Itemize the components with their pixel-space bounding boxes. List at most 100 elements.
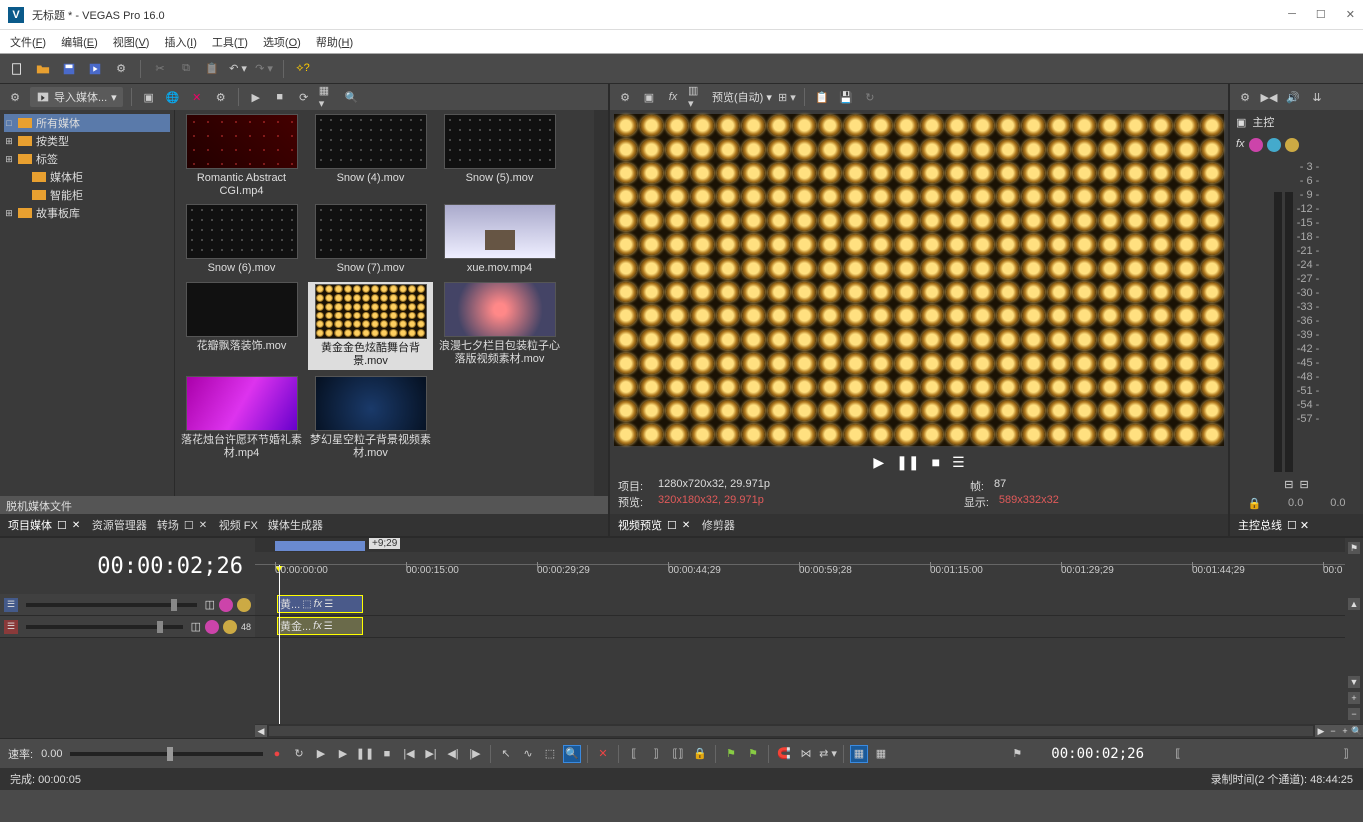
video-clip[interactable]: 黄... ⬚ fx ☰ [277, 595, 363, 613]
track-content[interactable]: 黄... ⬚ fx ☰ 黄金... fx ☰ [255, 594, 1345, 724]
clip-menu-icon[interactable]: ☰ [324, 599, 333, 610]
prev-track-icon[interactable]: ▶◀ [1260, 88, 1278, 106]
menu-o[interactable]: 选项(O) [263, 34, 301, 50]
track-fx-3[interactable] [205, 620, 219, 634]
capture-icon[interactable]: ▣ [140, 88, 158, 106]
trim3-button[interactable]: ⟦⟧ [669, 745, 687, 763]
video-fx-icon[interactable]: fx [664, 88, 682, 106]
get-media-icon[interactable]: 🌐 [164, 88, 182, 106]
menu-e[interactable]: 编辑(E) [61, 34, 98, 50]
delete-button[interactable]: ✕ [594, 745, 612, 763]
media-item[interactable]: Snow (7).mov [308, 204, 433, 275]
time-ruler[interactable]: 00:00:00:0000:00:15:0000:00:29;2900:00:4… [255, 564, 1345, 594]
record-button[interactable]: ● [268, 745, 286, 763]
properties-icon[interactable]: ⚙ [112, 60, 130, 78]
stop-media-icon[interactable]: ■ [271, 88, 289, 106]
region-button[interactable]: ⚑ [744, 745, 762, 763]
hscroll-left[interactable]: ◀ [255, 725, 267, 737]
tool2-button[interactable]: ▦ [872, 745, 890, 763]
autoripple-button[interactable]: ⇄ ▾ [819, 745, 837, 763]
loop-icon[interactable]: ↻ [861, 88, 879, 106]
hscrollbar[interactable] [269, 726, 1313, 736]
preview-quality-dropdown[interactable]: 预览(自动) ▾ [712, 89, 772, 105]
vzoom-out-icon[interactable]: − [1348, 708, 1360, 720]
media-item[interactable]: 落花烛台许愿环节婚礼素材.mp4 [179, 376, 304, 460]
play-button[interactable]: ▶ [873, 454, 884, 471]
menu-i[interactable]: 插入(I) [164, 34, 196, 50]
vzoom-in-icon[interactable]: + [1348, 692, 1360, 704]
refresh-icon[interactable]: ⟳ [295, 88, 313, 106]
play-start-button[interactable]: ▶ [312, 745, 330, 763]
media-item[interactable]: Romantic Abstract CGI.mp4 [179, 114, 304, 198]
media-tree[interactable]: □所有媒体⊞按类型⊞标签媒体柜智能柜⊞故事板库 [0, 110, 175, 496]
pause-button[interactable]: ❚❚ [896, 454, 919, 471]
media-item[interactable]: 花瓣飘落装饰.mov [179, 282, 304, 370]
fx-plugin-1[interactable] [1249, 138, 1263, 152]
media-scrollbar[interactable] [594, 110, 608, 496]
media-item[interactable]: xue.mov.mp4 [437, 204, 562, 275]
split-r-icon[interactable]: ⊟ [1300, 478, 1309, 491]
menu-t[interactable]: 工具(T) [212, 34, 248, 50]
fx-icon[interactable]: fx [1236, 138, 1245, 152]
master-props-icon[interactable]: ⚙ [1236, 88, 1254, 106]
left-tab[interactable]: 资源管理器 [92, 517, 147, 533]
loop-playback-button[interactable]: ↻ [290, 745, 308, 763]
tool1-button[interactable]: ▦ [850, 745, 868, 763]
media-grid[interactable]: Romantic Abstract CGI.mp4Snow (4).movSno… [175, 110, 594, 496]
undo-icon[interactable]: ↶ ▾ [229, 60, 247, 78]
stop-button[interactable]: ■ [932, 454, 940, 470]
maximize-button[interactable]: ☐ [1316, 8, 1326, 21]
save-icon[interactable] [60, 60, 78, 78]
menu-f[interactable]: 文件(F) [10, 34, 46, 50]
snapshot-copy-icon[interactable]: 📋 [813, 88, 831, 106]
media-props-icon[interactable]: ⚙ [6, 88, 24, 106]
timecode-display[interactable]: 00:00:02;26 [0, 538, 255, 594]
copy-icon[interactable]: ⧉ [177, 60, 195, 78]
trim1-button[interactable]: ⟦ [625, 745, 643, 763]
redo-icon[interactable]: ↷ ▾ [255, 60, 273, 78]
hscroll-right[interactable]: ▶ [1315, 725, 1327, 737]
downmix-icon[interactable]: ⇊ [1308, 88, 1326, 106]
video-track-header[interactable]: ☰ ◫ [0, 594, 255, 616]
minimize-button[interactable]: ─ [1288, 8, 1296, 21]
media-item[interactable]: Snow (5).mov [437, 114, 562, 198]
rate-slider[interactable] [70, 752, 263, 756]
paste-icon[interactable]: 📋 [203, 60, 221, 78]
open-icon[interactable] [34, 60, 52, 78]
preview-tab[interactable]: 修剪器 [702, 517, 735, 533]
autocrossfade-button[interactable]: ⋈ [797, 745, 815, 763]
remove-icon[interactable]: ✕ [188, 88, 206, 106]
region-bar[interactable]: +9;29 [255, 538, 1345, 552]
marker-button[interactable]: ⚑ [722, 745, 740, 763]
tree-item[interactable]: ⊞标签 [4, 150, 170, 168]
split-l-icon[interactable]: ⊟ [1284, 478, 1293, 491]
tab-master-bus[interactable]: 主控总线 ☐ ✕ [1238, 517, 1309, 533]
media-item[interactable]: Snow (6).mov [179, 204, 304, 275]
preview-tab[interactable]: 视频预览 ☐ ✕ [618, 517, 692, 533]
go-start-button[interactable]: |◀ [400, 745, 418, 763]
snapshot-save-icon[interactable]: 💾 [837, 88, 855, 106]
snap-button[interactable]: 🧲 [775, 745, 793, 763]
play-media-icon[interactable]: ▶ [247, 88, 265, 106]
media-item[interactable]: 黄金金色炫酷舞台背景.mov [308, 282, 433, 370]
audio-track-mini-icon[interactable]: ◫ [191, 620, 201, 633]
left-tab[interactable]: 视频 FX [219, 517, 258, 533]
selection-edit-button[interactable]: ⬚ [541, 745, 559, 763]
audio-clip[interactable]: 黄金... fx ☰ [277, 617, 363, 635]
timeline-timecode[interactable]: 00:00:02;26 [1051, 746, 1144, 762]
hzoom-in[interactable]: + [1339, 725, 1351, 737]
audio-track-header[interactable]: ☰ ◫ 48 [0, 616, 255, 638]
tree-item[interactable]: □所有媒体 [4, 114, 170, 132]
marker-jump-icon[interactable]: ⚑ [1008, 745, 1026, 763]
new-icon[interactable] [8, 60, 26, 78]
stop-button-tl[interactable]: ■ [378, 745, 396, 763]
left-tab[interactable]: 转场 ☐ ✕ [157, 517, 209, 533]
playhead[interactable] [279, 594, 280, 724]
prev-frame-button[interactable]: ◀| [444, 745, 462, 763]
overlay-icon[interactable]: ⊞ ▾ [778, 88, 796, 106]
render-icon[interactable] [86, 60, 104, 78]
marker-flag-icon[interactable]: ⚑ [1348, 542, 1360, 554]
fx-plugin-2[interactable] [1267, 138, 1281, 152]
media-fx-icon[interactable]: ⚙ [212, 88, 230, 106]
external-monitor-icon[interactable]: ▣ [640, 88, 658, 106]
